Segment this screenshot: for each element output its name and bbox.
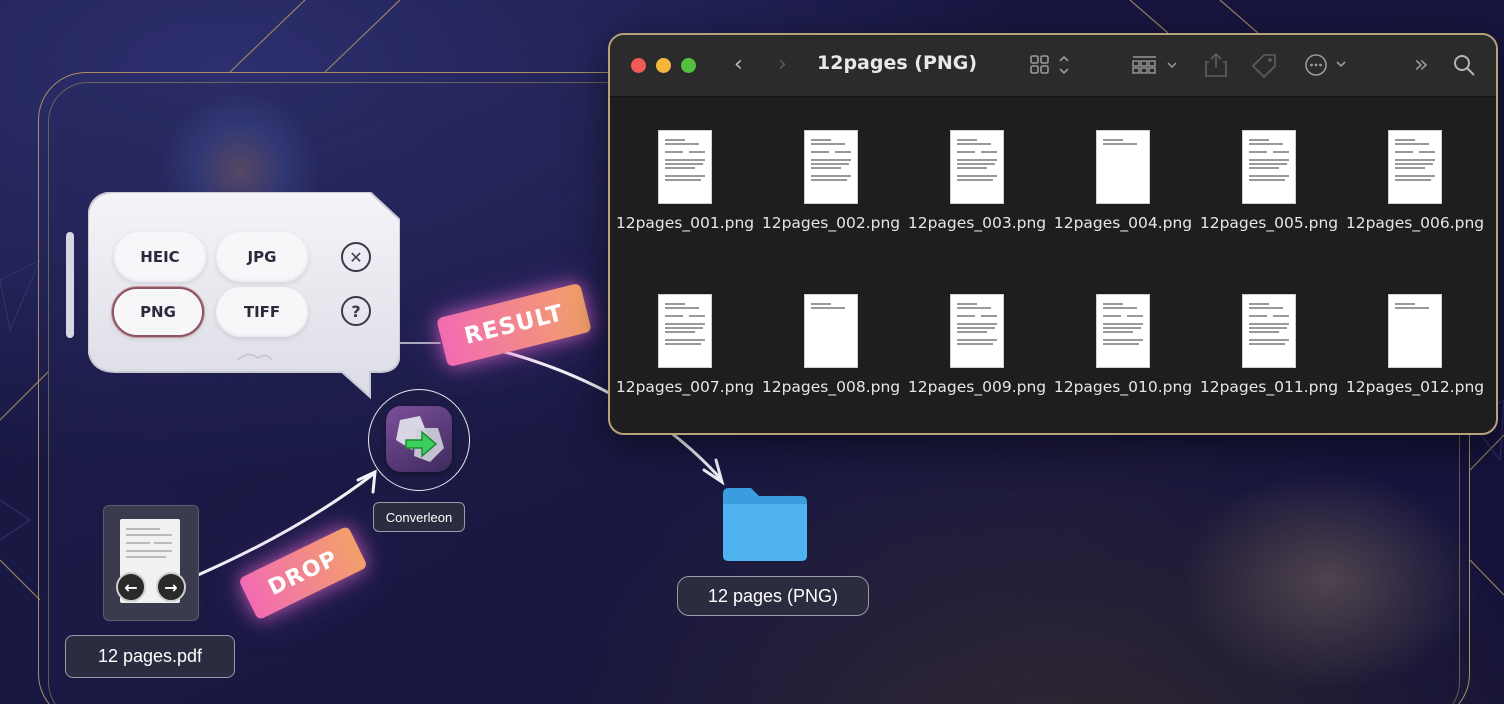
file-item[interactable]: 12pages_007.png bbox=[615, 294, 755, 414]
next-page-icon[interactable]: → bbox=[156, 572, 186, 602]
icon-view-icon[interactable] bbox=[1030, 55, 1074, 77]
page-thumbnail-icon bbox=[1096, 130, 1150, 204]
page-thumbnail-icon bbox=[1096, 294, 1150, 368]
file-name: 12pages_011.png bbox=[1199, 378, 1339, 396]
convert-arrow-icon bbox=[396, 416, 444, 462]
file-name: 12pages_004.png bbox=[1053, 214, 1193, 232]
file-name: 12pages_012.png bbox=[1345, 378, 1485, 396]
file-item[interactable]: 12pages_003.png bbox=[907, 130, 1047, 250]
tag-icon[interactable] bbox=[1250, 52, 1278, 80]
page-thumbnail-icon bbox=[658, 130, 712, 204]
page-thumbnail-icon bbox=[1242, 130, 1296, 204]
page-thumbnail-icon bbox=[658, 294, 712, 368]
output-folder-label: 12 pages (PNG) bbox=[677, 576, 869, 616]
previous-page-icon[interactable]: ← bbox=[116, 572, 146, 602]
file-item[interactable]: 12pages_004.png bbox=[1053, 130, 1193, 250]
share-icon[interactable] bbox=[1204, 52, 1228, 78]
zoom-window-button[interactable] bbox=[681, 58, 696, 73]
file-item[interactable]: 12pages_001.png bbox=[615, 130, 755, 250]
file-name: 12pages_002.png bbox=[761, 214, 901, 232]
minimize-window-button[interactable] bbox=[656, 58, 671, 73]
file-item[interactable]: 12pages_012.png bbox=[1345, 294, 1485, 414]
file-name: 12pages_003.png bbox=[907, 214, 1047, 232]
file-item[interactable]: 12pages_010.png bbox=[1053, 294, 1193, 414]
converleon-app-icon[interactable] bbox=[386, 406, 452, 472]
page-thumbnail-icon bbox=[950, 294, 1004, 368]
app-label: Converleon bbox=[373, 502, 465, 532]
forward-chevron-icon[interactable]: › bbox=[778, 52, 787, 77]
file-item[interactable]: 12pages_009.png bbox=[907, 294, 1047, 414]
more-actions-icon[interactable] bbox=[1304, 53, 1350, 77]
search-icon[interactable] bbox=[1453, 54, 1477, 78]
file-name: 12pages_007.png bbox=[615, 378, 755, 396]
close-window-button[interactable] bbox=[631, 58, 646, 73]
file-item[interactable]: 12pages_006.png bbox=[1345, 130, 1485, 250]
file-item[interactable]: 12pages_008.png bbox=[761, 294, 901, 414]
file-item[interactable]: 12pages_005.png bbox=[1199, 130, 1339, 250]
file-name: 12pages_005.png bbox=[1199, 214, 1339, 232]
page-thumbnail-icon bbox=[1242, 294, 1296, 368]
file-name: 12pages_010.png bbox=[1053, 378, 1193, 396]
file-item[interactable]: 12pages_011.png bbox=[1199, 294, 1339, 414]
window-title: 12pages (PNG) bbox=[817, 52, 978, 74]
page-thumbnail-icon bbox=[1388, 294, 1442, 368]
finder-window: ‹ › 12pages (PNG) » 12pages_001.png 12pa… bbox=[608, 33, 1498, 435]
file-name: 12pages_001.png bbox=[615, 214, 755, 232]
page-thumbnail-icon bbox=[1388, 130, 1442, 204]
folder-icon[interactable] bbox=[721, 486, 809, 562]
finder-toolbar: ‹ › 12pages (PNG) » bbox=[610, 35, 1496, 97]
page-thumbnail-icon bbox=[804, 294, 858, 368]
file-name: 12pages_008.png bbox=[761, 378, 901, 396]
group-view-icon[interactable] bbox=[1132, 55, 1182, 77]
file-name: 12pages_006.png bbox=[1345, 214, 1485, 232]
page-thumbnail-icon bbox=[950, 130, 1004, 204]
page-thumbnail-icon bbox=[804, 130, 858, 204]
source-file-label: 12 pages.pdf bbox=[65, 635, 235, 678]
file-name: 12pages_009.png bbox=[907, 378, 1047, 396]
back-chevron-icon[interactable]: ‹ bbox=[734, 52, 743, 77]
file-item[interactable]: 12pages_002.png bbox=[761, 130, 901, 250]
more-toolbar-chevron-icon[interactable]: » bbox=[1414, 50, 1429, 78]
